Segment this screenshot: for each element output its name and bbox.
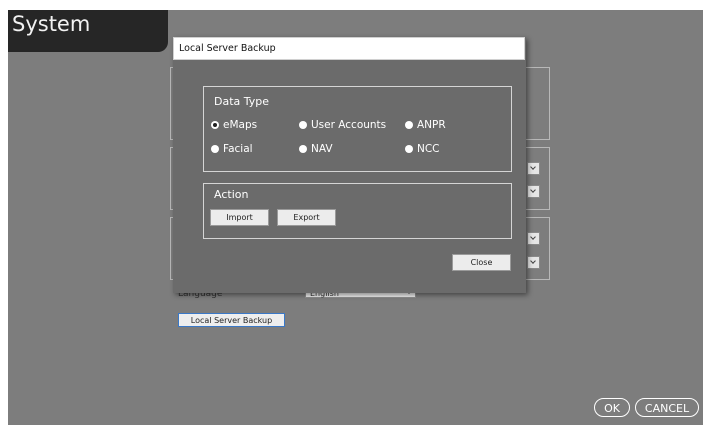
radio-anpr[interactable]: ANPR	[405, 119, 446, 131]
import-button[interactable]: Import	[210, 209, 269, 226]
cancel-button[interactable]: CANCEL	[635, 398, 699, 417]
dropdown-toggle[interactable]	[527, 185, 540, 198]
radio-icon	[405, 121, 413, 129]
radio-label: NAV	[311, 143, 333, 155]
title-tab: System	[8, 10, 168, 52]
action-title: Action	[214, 188, 249, 201]
local-server-backup-dialog: Local Server Backup Data Type eMaps User…	[173, 37, 526, 293]
radio-icon	[299, 145, 307, 153]
data-type-title: Data Type	[214, 95, 270, 108]
radio-label: eMaps	[223, 119, 258, 131]
data-type-group: Data Type eMaps User Accounts ANPR Facia…	[203, 86, 512, 172]
dropdown-toggle[interactable]	[527, 256, 540, 269]
radio-emaps[interactable]: eMaps	[211, 119, 257, 131]
dialog-title: Local Server Backup	[179, 43, 276, 54]
radio-nav[interactable]: NAV	[299, 143, 333, 155]
ok-button[interactable]: OK	[594, 398, 630, 417]
dropdown-toggle[interactable]	[527, 162, 540, 175]
system-window: System Language English Local Server Bac…	[8, 10, 703, 425]
dropdown-toggle[interactable]	[527, 232, 540, 245]
radio-label: NCC	[417, 143, 440, 155]
radio-label: User Accounts	[311, 119, 387, 131]
radio-facial[interactable]: Facial	[211, 143, 253, 155]
action-group: Action Import Export	[203, 183, 512, 239]
radio-user-accounts[interactable]: User Accounts	[299, 119, 386, 131]
close-button[interactable]: Close	[452, 254, 511, 271]
radio-ncc[interactable]: NCC	[405, 143, 440, 155]
dialog-titlebar: Local Server Backup	[173, 37, 525, 60]
radio-icon	[299, 121, 307, 129]
local-server-backup-button[interactable]: Local Server Backup	[178, 313, 285, 327]
radio-icon	[211, 145, 219, 153]
radio-label: ANPR	[417, 119, 446, 131]
radio-icon	[405, 145, 413, 153]
page-title: System	[12, 12, 91, 36]
export-button[interactable]: Export	[277, 209, 336, 226]
radio-label: Facial	[223, 143, 253, 155]
radio-selected-icon	[211, 121, 219, 129]
